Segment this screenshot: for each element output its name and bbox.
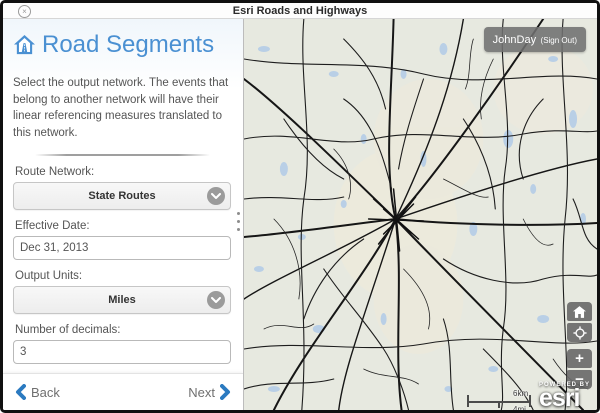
output-units-dropdown[interactable]: Miles (13, 286, 231, 314)
esri-logo: POWERED BY esri (539, 382, 590, 409)
output-units-value: Miles (108, 294, 136, 306)
sign-out-label: (Sign Out) (541, 36, 577, 45)
scale-mi-label: 4mi (513, 405, 526, 410)
route-network-dropdown[interactable]: State Routes (13, 182, 231, 210)
chevron-left-icon (15, 384, 26, 400)
wizard-panel: Road Segments Select the output network.… (3, 19, 243, 410)
esri-brand-text: esri (539, 388, 590, 409)
map-canvas[interactable]: JohnDay (Sign Out) (243, 19, 597, 410)
number-of-decimals-input[interactable] (13, 340, 231, 364)
map-controls: + − (567, 302, 592, 389)
chevron-down-icon (207, 291, 225, 309)
road-network-basemap (244, 19, 597, 410)
house-icon (573, 306, 586, 318)
title-bar: × Esri Roads and Highways (3, 3, 597, 19)
home-extent-button[interactable] (567, 302, 592, 321)
chevron-right-icon (220, 384, 231, 400)
divider (35, 154, 210, 156)
zoom-in-button[interactable]: + (567, 349, 592, 368)
window-title: Esri Roads and Highways (233, 5, 367, 17)
number-of-decimals-label: Number of decimals: (15, 324, 231, 336)
output-units-label: Output Units: (15, 270, 231, 282)
scale-km-label: 6km (513, 389, 528, 398)
back-button[interactable]: Back (15, 384, 60, 400)
home-road-icon (13, 34, 36, 56)
scale-bar: 6km 4mi (467, 390, 537, 410)
app-window: × Esri Roads and Highways (0, 0, 600, 413)
route-network-label: Route Network: (15, 166, 231, 178)
close-icon[interactable]: × (18, 5, 31, 18)
user-name: JohnDay (493, 34, 536, 46)
wizard-navbar: Back Next (3, 373, 243, 410)
locate-button[interactable] (567, 323, 592, 342)
page-title: Road Segments (42, 31, 214, 59)
crosshair-icon (573, 326, 587, 340)
next-button[interactable]: Next (188, 384, 231, 400)
effective-date-input[interactable] (13, 236, 231, 260)
route-network-value: State Routes (88, 190, 155, 202)
panel-resize-handle[interactable] (237, 212, 240, 231)
back-label: Back (31, 385, 60, 400)
instruction-text: Select the output network. The events th… (13, 75, 231, 142)
user-sign-out-button[interactable]: JohnDay (Sign Out) (484, 27, 586, 52)
effective-date-label: Effective Date: (15, 220, 231, 232)
next-label: Next (188, 385, 215, 400)
chevron-down-icon (207, 187, 225, 205)
